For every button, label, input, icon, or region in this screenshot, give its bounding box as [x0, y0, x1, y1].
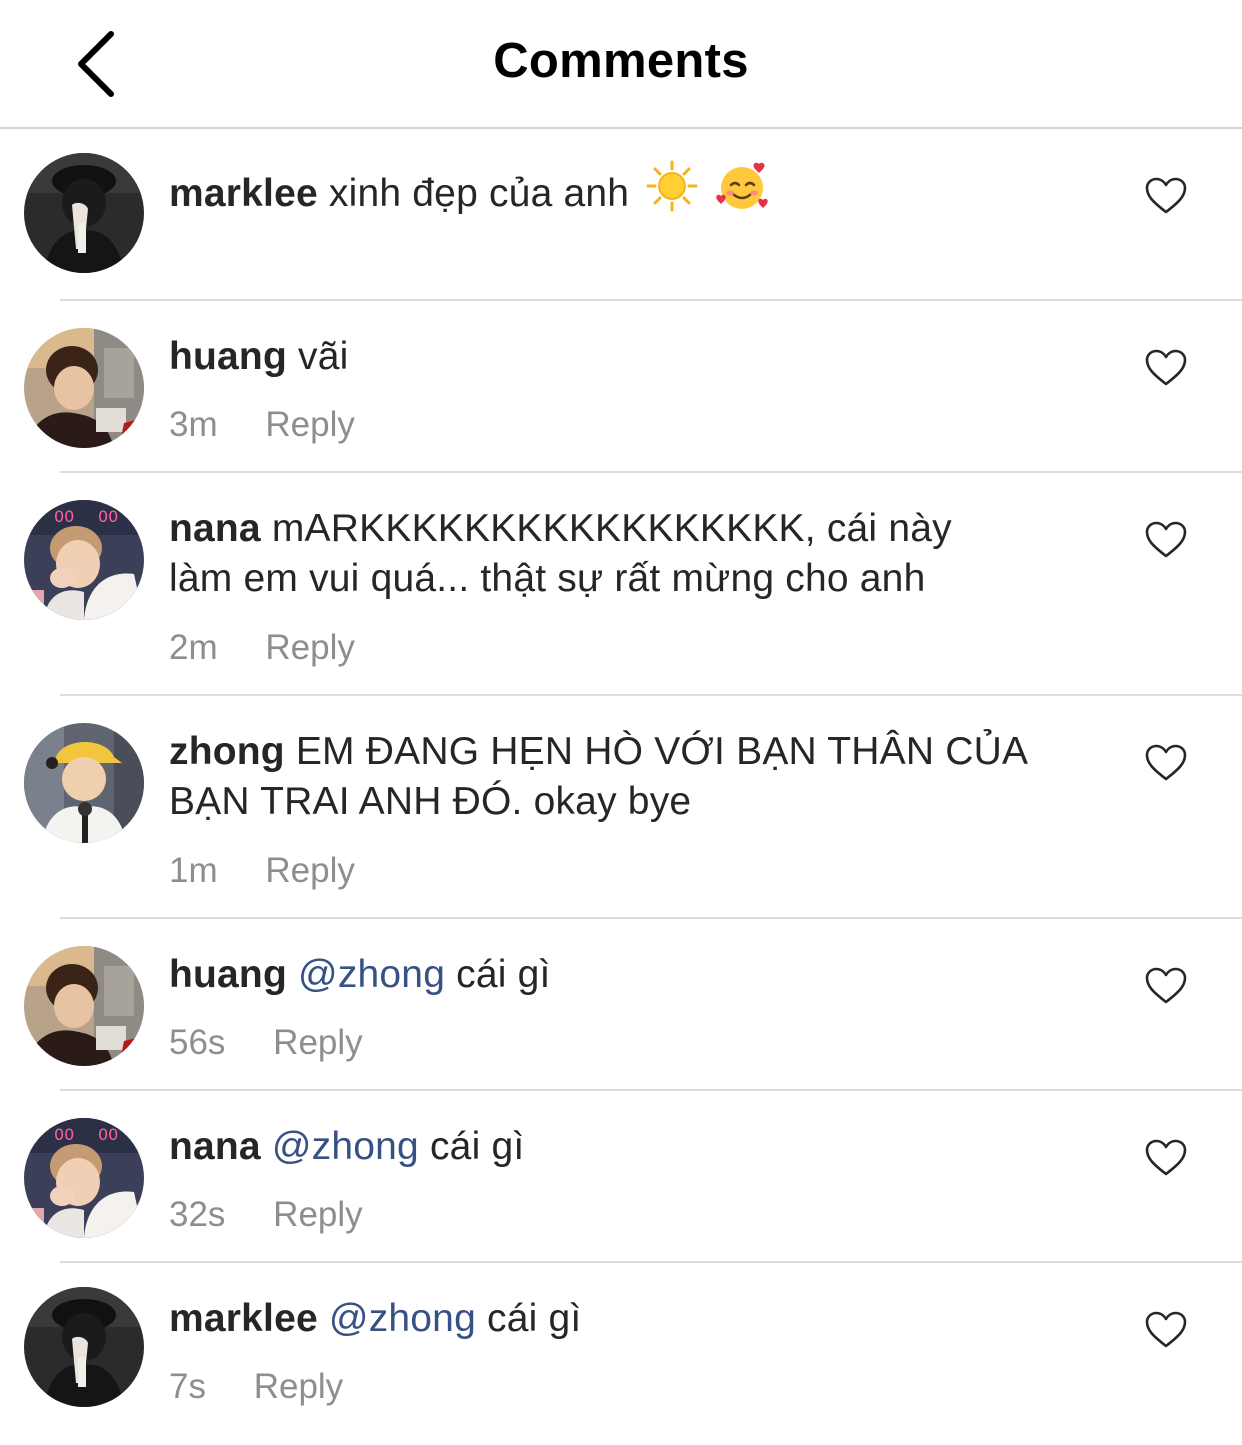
comment-timestamp: 32s: [169, 1195, 226, 1234]
like-heart-icon[interactable]: [1145, 521, 1187, 559]
comment-meta: 1m Reply: [169, 851, 355, 891]
comment-meta: 3m Reply: [169, 405, 355, 445]
comment-username[interactable]: nana: [169, 507, 261, 550]
comment-text: nana mARKKKKKKKKKKKKKKKKK, cái này làm e…: [169, 504, 1089, 604]
comment-body: vãi: [298, 335, 349, 378]
comment-text: marklee @zhong cái gì: [169, 1294, 1089, 1344]
comment-timestamp: 2m: [169, 628, 218, 667]
avatar[interactable]: [24, 153, 144, 273]
reply-button[interactable]: Reply: [265, 628, 354, 668]
avatar[interactable]: [24, 723, 144, 843]
reply-button[interactable]: Reply: [273, 1023, 362, 1063]
like-heart-icon[interactable]: [1145, 177, 1187, 215]
like-heart-icon[interactable]: [1145, 967, 1187, 1005]
comment-timestamp: 56s: [169, 1023, 226, 1062]
comment-body-line1: EM ĐANG HẸN HÒ VỚI BẠN THÂN CỦA: [295, 730, 1029, 773]
comment-timestamp: 1m: [169, 851, 218, 890]
reply-button[interactable]: Reply: [265, 405, 354, 445]
comment-username[interactable]: huang: [169, 335, 287, 378]
sun-emoji: [646, 160, 698, 225]
comment-username[interactable]: zhong: [169, 730, 285, 773]
comment-text: huang @zhong cái gì: [169, 950, 1089, 1000]
smiling-face-with-hearts-emoji: [715, 160, 771, 225]
avatar[interactable]: [24, 500, 144, 620]
like-heart-icon[interactable]: [1145, 1311, 1187, 1349]
comment-meta: 56s Reply: [169, 1023, 363, 1063]
comment-meta: 32s Reply: [169, 1195, 363, 1235]
mention-link[interactable]: @zhong: [329, 1297, 476, 1340]
avatar[interactable]: [24, 1118, 144, 1238]
avatar[interactable]: [24, 1287, 144, 1407]
comment-text: huang vãi: [169, 332, 1089, 382]
comment-body-line2: làm em vui quá... thật sự rất mừng cho a…: [169, 557, 926, 600]
reply-button[interactable]: Reply: [273, 1195, 362, 1235]
comment-username[interactable]: marklee: [169, 1297, 318, 1340]
comment-text: marklee xinh đẹp của anh: [169, 160, 1089, 225]
comment-text: nana @zhong cái gì: [169, 1122, 1089, 1172]
avatar[interactable]: [24, 328, 144, 448]
comment-body-line2: BẠN TRAI ANH ĐÓ. okay bye: [169, 780, 692, 823]
page-title: Comments: [493, 34, 749, 88]
mention-link[interactable]: @zhong: [298, 953, 445, 996]
comment-item: nana @zhong cái gì 32s Reply: [0, 1091, 1242, 1263]
comment-body: cái gì: [487, 1297, 582, 1340]
comment-item: huang vãi 3m Reply: [0, 301, 1242, 473]
comment-body: cái gì: [429, 1125, 525, 1168]
comment-meta: 2m Reply: [169, 628, 355, 668]
reply-button[interactable]: Reply: [265, 851, 354, 891]
header-bar: Comments: [0, 0, 1242, 129]
avatar[interactable]: [24, 946, 144, 1066]
comment-item: marklee @zhong cái gì 7s Reply: [0, 1263, 1242, 1445]
comment-body: cái gì: [456, 953, 551, 996]
like-heart-icon[interactable]: [1145, 1139, 1187, 1177]
comment-username[interactable]: marklee: [169, 172, 318, 215]
reply-button[interactable]: Reply: [254, 1367, 343, 1407]
comment-username[interactable]: huang: [169, 953, 287, 996]
comment-username[interactable]: nana: [169, 1125, 261, 1168]
comment-timestamp: 3m: [169, 405, 218, 444]
like-heart-icon[interactable]: [1145, 744, 1187, 782]
mention-link[interactable]: @zhong: [272, 1125, 419, 1168]
comment-item: zhong EM ĐANG HẸN HÒ VỚI BẠN THÂN CỦA BẠ…: [0, 696, 1242, 919]
comment-timestamp: 7s: [169, 1367, 206, 1406]
comment-item: marklee xinh đẹp của anh: [0, 130, 1242, 301]
like-heart-icon[interactable]: [1145, 349, 1187, 387]
comment-item: nana mARKKKKKKKKKKKKKKKKK, cái này làm e…: [0, 473, 1242, 696]
comment-item: huang @zhong cái gì 56s Reply: [0, 919, 1242, 1091]
comment-meta: 7s Reply: [169, 1367, 343, 1407]
comment-text: zhong EM ĐANG HẸN HÒ VỚI BẠN THÂN CỦA BẠ…: [169, 727, 1089, 827]
comment-body: xinh đẹp của anh: [328, 172, 630, 215]
comment-body-line1: mARKKKKKKKKKKKKKKKKK, cái này: [271, 507, 952, 550]
